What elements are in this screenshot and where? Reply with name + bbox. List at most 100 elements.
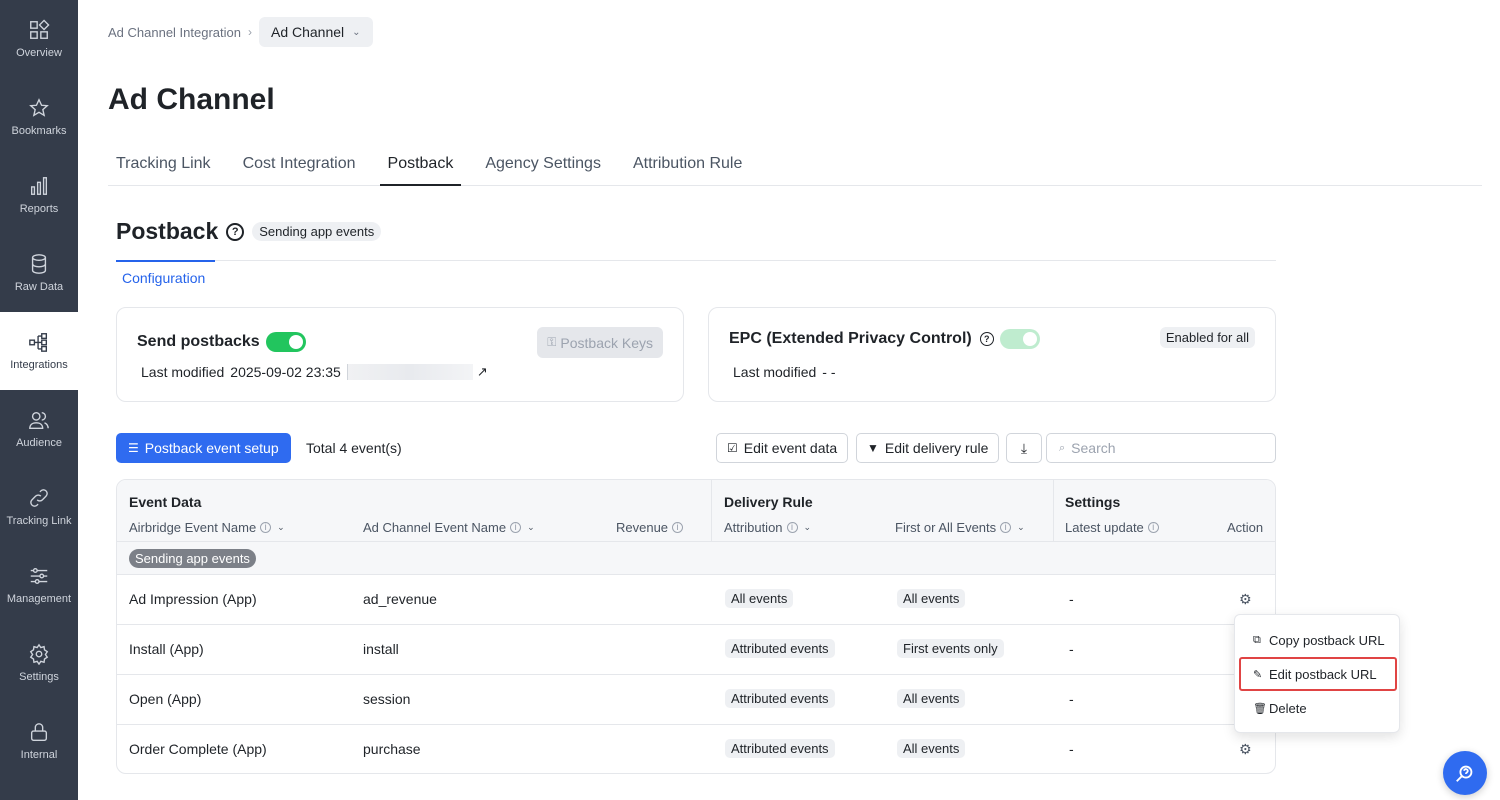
subtab-bar: Configuration — [116, 260, 1276, 290]
total-events-count: Total 4 event(s) — [306, 440, 402, 456]
sidebar-item-audience[interactable]: Audience — [0, 390, 78, 468]
audience-icon — [29, 411, 49, 429]
main-content: Ad Channel Integration › Ad Channel ⌄ Ad… — [78, 0, 1500, 800]
column-divider — [1053, 480, 1054, 542]
cell-first-or-all: All events — [897, 589, 966, 608]
tab-tracking-link[interactable]: Tracking Link — [108, 144, 219, 186]
sidebar-item-tracking-link[interactable]: Tracking Link — [0, 468, 78, 546]
star-icon — [29, 98, 49, 117]
info-icon[interactable]: i — [1000, 522, 1012, 533]
table-group-row: Sending app events — [117, 542, 1275, 575]
sidebar-item-label: Bookmarks — [11, 125, 67, 137]
info-icon[interactable]: i — [786, 522, 798, 533]
floating-help-button[interactable] — [1443, 751, 1487, 795]
send-postbacks-toggle[interactable] — [265, 332, 306, 352]
group-title-settings: Settings — [1065, 494, 1121, 510]
sidebar-item-overview[interactable]: Overview — [0, 0, 78, 78]
lock-icon — [30, 723, 48, 741]
column-action: Action — [1227, 520, 1264, 535]
sidebar-item-label: Integrations — [10, 359, 68, 371]
filter-icon: ▼ — [867, 441, 879, 455]
column-label: Latest update — [1065, 520, 1144, 535]
last-modified-row: Last modified 2025-09-02 23:35 ↗ — [141, 364, 488, 380]
copy-icon: ⧉ — [1253, 633, 1261, 646]
cell-first-or-all: First events only — [897, 639, 1004, 658]
menu-item-copy-postback-url[interactable]: ⧉ Copy postback URL — [1235, 623, 1399, 657]
pencil-icon: ✎ — [1253, 668, 1263, 681]
cell-channel-event: session — [363, 691, 411, 707]
chevron-right-icon: › — [247, 25, 252, 39]
table-row: Order Complete (App) purchase Attributed… — [117, 725, 1275, 773]
edit-event-data-label: Edit event data — [743, 440, 838, 456]
cell-airbridge-event: Ad Impression (App) — [129, 591, 257, 607]
subtab-configuration[interactable]: Configuration — [116, 260, 215, 290]
edit-event-data-button[interactable]: ☑ Edit event data — [716, 433, 849, 463]
sidebar-item-label: Internal — [20, 749, 58, 761]
search-input[interactable] — [1071, 440, 1252, 456]
cell-attribution: All events — [725, 589, 794, 608]
menu-item-edit-postback-url[interactable]: ✎ Edit postback URL — [1239, 657, 1397, 691]
postback-event-setup-button[interactable]: ☰ Postback event setup — [116, 433, 291, 463]
cell-channel-event: ad_revenue — [363, 591, 437, 607]
info-icon[interactable]: i — [510, 522, 522, 533]
column-label: First or All Events — [895, 520, 997, 535]
epc-last-modified-row: Last modified - - — [733, 364, 836, 380]
breadcrumb: Ad Channel Integration › Ad Channel ⌄ — [108, 17, 373, 47]
chevron-down-icon: ⌄ — [1017, 522, 1025, 532]
cell-latest-update: - — [1069, 691, 1074, 707]
external-link-icon[interactable]: ↗ — [477, 364, 488, 380]
page-title: Ad Channel — [108, 83, 275, 116]
help-icon[interactable]: ? — [979, 332, 994, 346]
table-header: Event Data Delivery Rule Settings Airbri… — [117, 480, 1275, 542]
column-label: Airbridge Event Name — [129, 520, 257, 535]
tab-agency-settings[interactable]: Agency Settings — [477, 144, 609, 186]
edit-delivery-rule-button[interactable]: ▼ Edit delivery rule — [856, 433, 1000, 463]
database-icon — [31, 254, 47, 274]
postback-keys-button[interactable]: ⚿ Postback Keys — [537, 327, 663, 358]
column-divider — [711, 480, 712, 542]
checklist-icon: ☑ — [727, 441, 738, 455]
sidebar-item-management[interactable]: Management — [0, 546, 78, 624]
table-row: Ad Impression (App) ad_revenue All event… — [117, 575, 1275, 625]
sidebar-item-raw-data[interactable]: Raw Data — [0, 234, 78, 312]
epc-header: EPC (Extended Privacy Control) ? — [729, 329, 1040, 349]
integrations-icon — [29, 333, 48, 352]
column-airbridge-event-name[interactable]: Airbridge Event Name i ⌄ — [129, 520, 285, 535]
column-first-or-all-events[interactable]: First or All Events i ⌄ — [895, 520, 1025, 535]
cell-airbridge-event: Install (App) — [129, 641, 204, 657]
tab-attribution-rule[interactable]: Attribution Rule — [625, 144, 750, 186]
menu-item-delete[interactable]: 🗑 Delete — [1235, 691, 1399, 725]
breadcrumb-current-dropdown[interactable]: Ad Channel ⌄ — [258, 17, 373, 47]
sidebar-item-settings[interactable]: Settings — [0, 624, 78, 702]
cell-attribution: Attributed events — [725, 689, 835, 708]
search-icon: ⌕ — [1059, 441, 1066, 454]
column-ad-channel-event-name[interactable]: Ad Channel Event Name i ⌄ — [363, 520, 535, 535]
send-postbacks-title: Send postbacks — [137, 333, 260, 350]
download-button[interactable]: ⤓ — [1006, 433, 1042, 463]
column-label: Ad Channel Event Name — [363, 520, 507, 535]
column-attribution[interactable]: Attribution i ⌄ — [724, 520, 811, 535]
gear-icon[interactable]: ⚙ — [1239, 741, 1252, 758]
menu-item-label: Delete — [1269, 700, 1307, 716]
sidebar-item-internal[interactable]: Internal — [0, 702, 78, 780]
sidebar-item-integrations[interactable]: Integrations — [0, 312, 78, 390]
last-modified-label: Last modified — [733, 364, 817, 380]
cell-latest-update: - — [1069, 741, 1074, 757]
info-icon[interactable]: i — [260, 522, 272, 533]
chevron-down-icon: ⌄ — [803, 522, 812, 532]
postback-event-setup-label: Postback event setup — [144, 440, 279, 456]
epc-card: EPC (Extended Privacy Control) ? Last mo… — [708, 307, 1276, 402]
help-icon[interactable]: ? — [226, 222, 245, 241]
cell-channel-event: install — [363, 641, 399, 657]
info-icon[interactable]: i — [672, 522, 684, 533]
sidebar-item-reports[interactable]: Reports — [0, 156, 78, 234]
tab-postback[interactable]: Postback — [379, 144, 462, 186]
tab-bar: Tracking Link Cost Integration Postback … — [108, 144, 1482, 186]
gear-icon[interactable]: ⚙ — [1239, 591, 1252, 608]
sidebar-item-bookmarks[interactable]: Bookmarks — [0, 78, 78, 156]
chevron-down-icon: ⌄ — [277, 522, 285, 532]
edit-delivery-rule-label: Edit delivery rule — [884, 440, 989, 456]
tab-cost-integration[interactable]: Cost Integration — [235, 144, 364, 186]
info-icon[interactable]: i — [1147, 522, 1159, 533]
breadcrumb-parent-link[interactable]: Ad Channel Integration — [108, 25, 241, 40]
